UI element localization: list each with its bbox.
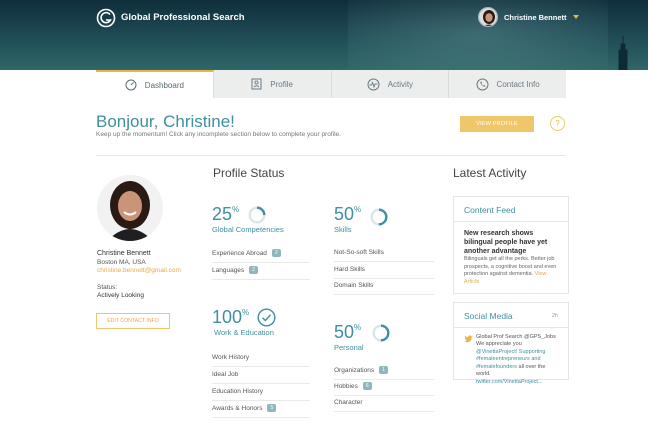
content-feed-panel[interactable]: Content Feed New research shows bilingua… [453,196,569,294]
profile-card-icon [251,78,262,90]
personal-card[interactable]: 50% Personal [334,322,364,352]
tab-dashboard-label: Dashboard [144,80,184,90]
list-item-label: Experience Abroad [212,249,267,257]
tweet-url-link[interactable]: twitter.com/VinettaProject... [476,379,543,385]
section-label: Skills [334,225,352,234]
progress-ring [370,208,388,226]
help-icon[interactable]: ? [550,116,565,131]
tweet-mention-link[interactable]: @VinettaProject! [476,349,517,355]
profile-photo [97,175,163,241]
percent-value: 50 [334,204,355,224]
percent-sign: % [354,323,362,332]
tweet-handle[interactable]: Global Prof Search @GPS_Jobs [476,334,558,341]
section-label: Work & Education [214,328,274,337]
count-badge: 2 [271,249,281,257]
profile-email-link[interactable]: christine.bennett@gmail.com [97,267,181,274]
gps-logo-icon[interactable] [96,8,116,28]
tab-dashboard[interactable]: Dashboard [96,70,214,98]
tab-profile[interactable]: Profile [214,70,332,98]
article-headline[interactable]: New research shows bilingual people have… [464,230,558,256]
percent-value: 25 [212,204,233,224]
count-badge: 1 [379,366,388,374]
site-header: Global Professional Search Christine Ben… [0,0,648,70]
social-media-heading: Social Media [464,311,513,321]
percent-sign: % [242,308,250,317]
activity-pulse-icon [367,78,380,90]
status-label: Status: [97,284,118,291]
profile-location: Boston MA, USA [97,259,146,266]
count-badge: 6 [362,382,372,390]
check-circle-icon [257,308,276,327]
tweet: Global Prof Search @GPS_Jobs We apprecia… [476,334,558,386]
page-subtitle: Keep up the momentum! Click any incomple… [96,131,341,138]
list-item[interactable]: Hard Skills [334,266,434,279]
list-item-label: Languages [212,266,245,274]
list-item[interactable]: Character [334,399,434,412]
count-badge: 5 [267,404,277,412]
post-time: 2h [551,313,558,319]
twitter-bird-icon [464,335,473,343]
list-item-label: Education History [212,388,263,395]
content-feed-heading: Content Feed [464,205,516,215]
main-tabs: Dashboard Profile Activity Contact Info [96,70,566,98]
edit-contact-info-button[interactable]: EDIT CONTACT INFO [96,313,170,329]
status-value: Actively Looking [97,292,144,299]
view-profile-button[interactable]: VIEW PROFILE [460,116,534,132]
list-item-label: Hobbies [334,382,358,390]
section-divider [96,155,566,156]
progress-ring [372,324,390,342]
percent-sign: % [232,205,240,214]
article-summary: Bilinguals get all the perks. Better job… [464,256,558,286]
profile-name: Christine Bennett [97,250,151,257]
chevron-down-icon[interactable] [572,15,579,19]
list-item-label: Domain Skills [334,282,374,289]
page-title: Bonjour, Christine! [96,112,235,131]
list-item[interactable]: Domain Skills [334,282,434,295]
list-item-label: Ideal Job [212,371,239,378]
list-item-label: Work History [212,354,250,361]
tab-activity-label: Activity [387,79,414,89]
user-menu[interactable]: Christine Bennett [478,7,579,27]
social-media-panel[interactable]: Social Media 2h Global Prof Search @GPS_… [453,302,569,385]
list-item[interactable]: Ideal Job [212,371,310,384]
percent-value: 50 [334,322,355,342]
tab-contact-info-label: Contact Info [496,79,540,89]
list-item-label: Organizations [334,366,375,374]
section-label: Personal [334,343,364,352]
section-label: Global Competencies [212,225,284,234]
list-item[interactable]: Education History [212,388,310,401]
list-item[interactable]: Awards & Honors 5 [212,404,310,418]
tab-activity[interactable]: Activity [332,70,450,98]
list-item[interactable]: Not-So-soft Skills [334,249,434,262]
list-item-label: Awards & Honors [212,404,263,412]
panel-divider [454,327,568,328]
count-badge: 2 [249,266,258,274]
tab-contact-info[interactable]: Contact Info [449,70,566,98]
list-item[interactable]: Experience Abroad 2 [212,249,310,263]
tab-profile-label: Profile [270,79,293,89]
dashboard-gauge-icon [125,79,137,91]
list-item[interactable]: Work History [212,354,310,367]
list-item-label: Hard Skills [334,266,366,273]
tweet-text: We appreciate you [476,341,522,348]
list-item-label: Character [334,399,363,406]
skills-card[interactable]: 50% Skills [334,204,361,234]
user-avatar [478,7,498,27]
list-item-label: Not-So-soft Skills [334,249,384,256]
skyline-tower-graphic [618,36,628,70]
phone-icon [476,78,489,90]
user-name: Christine Bennett [504,12,567,22]
progress-ring [248,206,266,224]
list-item[interactable]: Hobbies 6 [334,382,434,396]
percent-value: 100 [212,307,243,327]
list-item[interactable]: Organizations 1 [334,366,434,380]
profile-status-heading: Profile Status [213,166,285,180]
brand-name[interactable]: Global Professional Search [121,12,245,23]
panel-divider [454,221,568,222]
list-item[interactable]: Languages 2 [212,266,310,280]
percent-sign: % [354,205,362,214]
latest-activity-heading: Latest Activity [453,166,527,180]
